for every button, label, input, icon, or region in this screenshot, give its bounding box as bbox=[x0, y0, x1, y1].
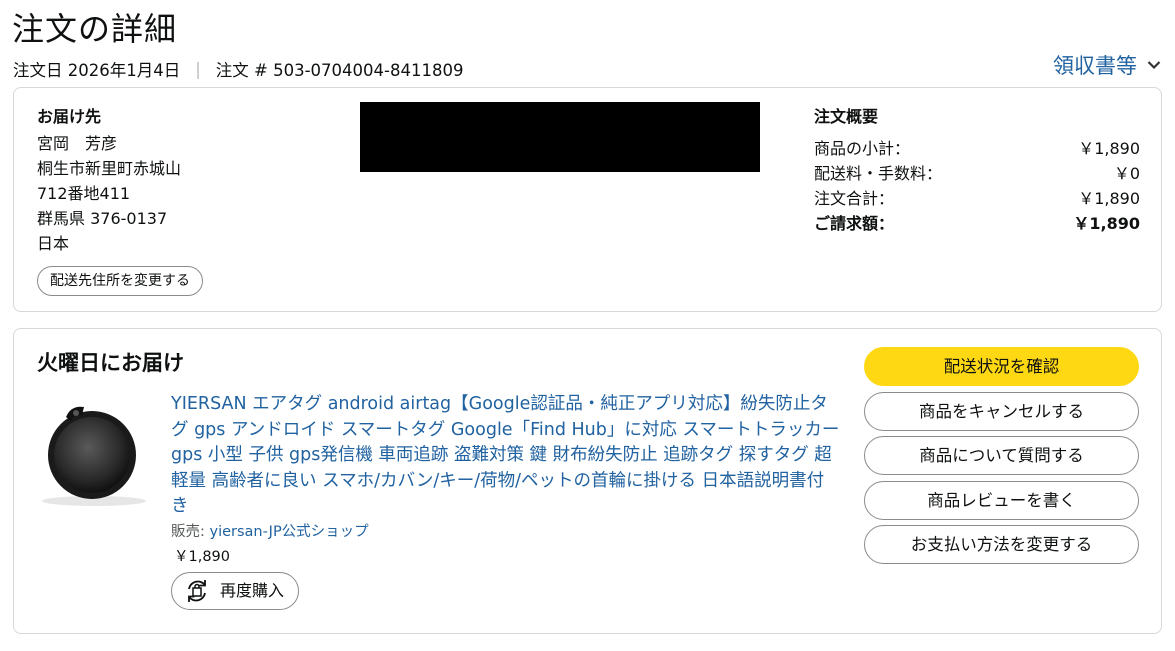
address-line: 群馬県 376-0137 bbox=[37, 209, 168, 228]
order-number: 注文 # 503-0704004-8411809 bbox=[215, 61, 464, 80]
cancel-item-button[interactable]: 商品をキャンセルする bbox=[864, 391, 1139, 431]
address-line: 日本 bbox=[37, 234, 70, 253]
order-date: 注文日 2026年1月4日 bbox=[13, 61, 181, 80]
seller-info: 販売: yiersan-JP公式ショップ bbox=[171, 520, 369, 541]
shipment-card: 火曜日にお届け YIERSAN エアタグ android airtag【Goog… bbox=[13, 328, 1162, 634]
summary-label: 商品の小計： bbox=[814, 139, 911, 158]
order-meta: 注文日 2026年1月4日 | 注文 # 503-0704004-8411809 bbox=[13, 57, 463, 81]
summary-row: 商品の小計： ￥1,890 bbox=[814, 136, 1140, 161]
redacted-block bbox=[360, 102, 760, 172]
seller-link[interactable]: yiersan-JP公式ショップ bbox=[210, 524, 369, 540]
product-title-link[interactable]: YIERSAN エアタグ android airtag【Google認証品・純正… bbox=[171, 392, 841, 520]
summary-value: ￥1,890 bbox=[1078, 189, 1140, 208]
order-summary: 注文概要 商品の小計： ￥1,890 配送料・手数料： ￥0 注文合計： ￥1,… bbox=[814, 104, 1140, 236]
change-payment-button[interactable]: お支払い方法を変更する bbox=[864, 525, 1139, 564]
receipt-link-label: 領収書等 bbox=[1053, 54, 1137, 78]
track-package-button[interactable]: 配送状況を確認 bbox=[864, 347, 1139, 386]
write-review-button[interactable]: 商品レビューを書く bbox=[864, 480, 1139, 520]
meta-separator: | bbox=[195, 59, 201, 79]
address-line: 宮岡 芳彦 bbox=[37, 134, 118, 153]
summary-label: ご請求額： bbox=[814, 214, 895, 233]
delivery-heading: 火曜日にお届け bbox=[37, 351, 184, 375]
page-title: 注文の詳細 bbox=[12, 10, 178, 48]
buy-again-button[interactable]: 再度購入 bbox=[171, 572, 300, 610]
summary-label: 注文合計： bbox=[814, 189, 895, 208]
summary-value: ￥1,890 bbox=[1078, 139, 1140, 158]
chevron-down-icon bbox=[1147, 61, 1161, 70]
address-line: 桐生市新里町赤城山 bbox=[37, 159, 182, 178]
summary-heading: 注文概要 bbox=[814, 107, 879, 126]
summary-value: ￥1,890 bbox=[1073, 214, 1140, 233]
summary-row: 注文合計： ￥1,890 bbox=[814, 186, 1140, 211]
buy-again-icon bbox=[188, 580, 206, 602]
action-buttons: 配送状況を確認 商品をキャンセルする 商品について質問する 商品レビューを書く … bbox=[864, 347, 1139, 570]
shipping-address: お届け先 宮岡 芳彦 桐生市新里町赤城山 712番地411 群馬県 376-01… bbox=[37, 104, 181, 256]
shipping-card: お届け先 宮岡 芳彦 桐生市新里町赤城山 712番地411 群馬県 376-01… bbox=[13, 87, 1162, 312]
change-address-button[interactable]: 配送先住所を変更する bbox=[37, 266, 203, 296]
receipt-dropdown[interactable]: 領収書等 bbox=[1053, 50, 1161, 80]
buy-again-label: 再度購入 bbox=[220, 581, 285, 600]
product-price: ￥1,890 bbox=[174, 549, 231, 565]
summary-total-row: ご請求額： ￥1,890 bbox=[814, 211, 1140, 236]
shipping-heading: お届け先 bbox=[37, 107, 102, 126]
summary-label: 配送料・手数料： bbox=[814, 164, 943, 183]
seller-label: 販売: bbox=[171, 524, 210, 540]
summary-value: ￥0 bbox=[1113, 164, 1140, 183]
ask-product-question-button[interactable]: 商品について質問する bbox=[864, 436, 1139, 475]
summary-row: 配送料・手数料： ￥0 bbox=[814, 161, 1140, 186]
product-image[interactable] bbox=[36, 397, 150, 509]
address-line: 712番地411 bbox=[37, 184, 131, 203]
